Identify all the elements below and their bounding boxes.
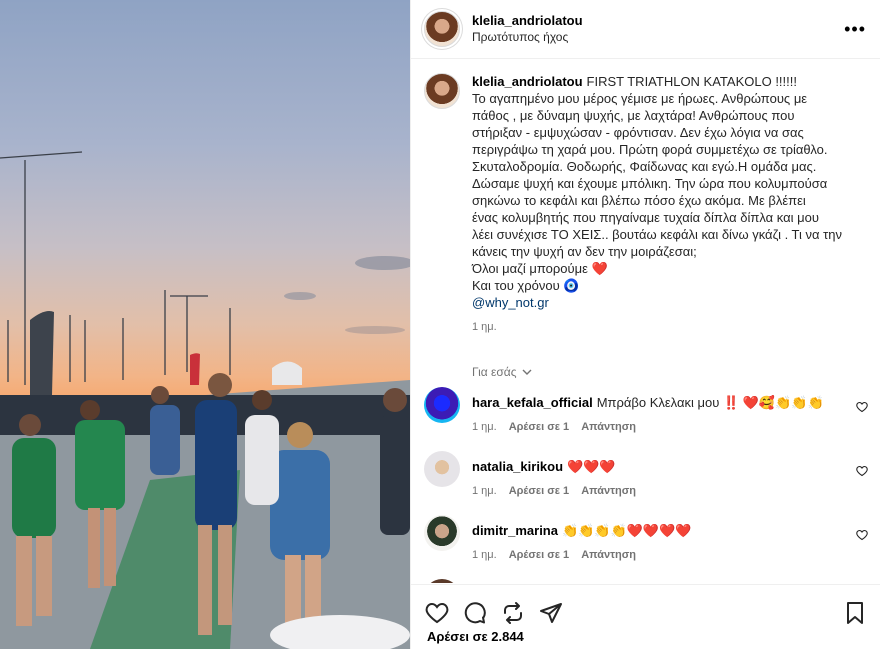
caption-line: ένας κολυμβητής που πηγαίναμε τυχαία δίπ… bbox=[472, 210, 819, 225]
comment-likes[interactable]: Αρέσει σε 1 bbox=[509, 549, 570, 561]
commenter-avatar[interactable] bbox=[424, 579, 460, 583]
comment-item: hara_kefala_official Μπράβο Κλελακι μου ‼… bbox=[411, 387, 880, 433]
comment-time[interactable]: 1 ημ. bbox=[472, 421, 497, 433]
comment-item: dimitr_marina 👏👏👏👏❤️❤️❤️❤️ 1 ημ. Αρέσει σ… bbox=[411, 515, 880, 561]
commenter-username[interactable]: natalia_kirikou bbox=[472, 459, 563, 474]
share-send-icon[interactable] bbox=[539, 601, 563, 625]
post-header: klelia_andriolatou Πρωτότυπος ήχος ••• bbox=[411, 0, 880, 59]
author-username[interactable]: klelia_andriolatou bbox=[472, 12, 583, 29]
author-avatar[interactable] bbox=[424, 11, 460, 47]
comment-time[interactable]: 1 ημ. bbox=[472, 485, 497, 497]
commenter-avatar[interactable] bbox=[424, 387, 460, 423]
caption-line: Όλοι μαζί μπορούμε ❤️ bbox=[472, 261, 608, 276]
comment-time[interactable]: 1 ημ. bbox=[472, 549, 497, 561]
caption-line: λέει συνέχισε ΤΟ ΧΕΙΣ.. βουτάω κεφάλι κα… bbox=[472, 227, 843, 242]
comment-text: Μπράβο Κλελακι μου ‼️ ❤️🥰👏👏👏 bbox=[596, 395, 824, 410]
caption-line: Το αγαπημένο μου μέρος γέμισε με ήρωες. … bbox=[472, 91, 808, 106]
reply-button[interactable]: Απάντηση bbox=[581, 485, 636, 497]
comment-text: ❤️❤️❤️ bbox=[567, 459, 616, 474]
caption-username[interactable]: klelia_andriolatou bbox=[472, 74, 583, 89]
caption-text: Το αγαπημένο μου μέρος γέμισε με ήρωες. … bbox=[472, 90, 862, 294]
caption-line: κάνεις την ψυχή αν δεν την μοιράζεσαι; bbox=[472, 244, 697, 259]
for-you-label: Για εσάς bbox=[472, 365, 517, 379]
caption-line: πάθος , με δύναμη ψυχής, με λαχτάρα! Ανθ… bbox=[472, 108, 795, 123]
post-caption: klelia_andriolatou FIRST TRIATHLON KATAKO… bbox=[411, 60, 880, 336]
caption-line: Δώσαμε ψυχή και έχουμε μπόλικη. Την ώρα … bbox=[472, 176, 828, 191]
comments-scroll[interactable]: klelia_andriolatou FIRST TRIATHLON KATAKO… bbox=[411, 60, 880, 583]
repost-icon[interactable] bbox=[501, 601, 525, 625]
comment-text: 👏👏👏👏❤️❤️❤️❤️ bbox=[561, 523, 692, 538]
caption-line: Και του χρόνου 🧿 bbox=[472, 278, 580, 293]
commenter-avatar[interactable] bbox=[424, 515, 460, 551]
commenter-avatar[interactable] bbox=[424, 451, 460, 487]
like-heart-icon[interactable] bbox=[425, 601, 449, 625]
likes-count[interactable]: Αρέσει σε 2.844 bbox=[411, 629, 880, 644]
caption-time[interactable]: 1 ημ. bbox=[472, 319, 862, 336]
caption-line: περιγράψω τη χαρά μου. Πρώτη φορά συμμετ… bbox=[472, 142, 828, 157]
reply-button[interactable]: Απάντηση bbox=[581, 421, 636, 433]
caption-line: στήριξαν - εμψυχώσαν - φρόντισαν. Δεν έχ… bbox=[472, 125, 804, 140]
caption-line: Σκυταλοδρομία. Θοδωρής, Φαίδωνας και εγώ… bbox=[472, 159, 817, 174]
like-comment-heart-icon[interactable] bbox=[856, 401, 868, 413]
reply-button[interactable]: Απάντηση bbox=[581, 549, 636, 561]
like-comment-heart-icon[interactable] bbox=[856, 529, 868, 541]
caption-line: σηκώνω το κεφάλι και βλέπω πόσο έχω ακόμ… bbox=[472, 193, 806, 208]
caption-avatar[interactable] bbox=[424, 73, 460, 109]
caption-title: FIRST TRIATHLON KATAKOLO !!!!!! bbox=[586, 74, 797, 89]
triathlon-photo bbox=[0, 151, 410, 649]
more-options-icon[interactable]: ••• bbox=[844, 19, 866, 40]
post-actions: Αρέσει σε 2.844 bbox=[411, 584, 880, 649]
audio-label[interactable]: Πρωτότυπος ήχος bbox=[472, 29, 583, 46]
comment-likes[interactable]: Αρέσει σε 1 bbox=[509, 421, 570, 433]
comment-item: natalia_kirikou ❤️❤️❤️ 1 ημ. Αρέσει σε 1 … bbox=[411, 451, 880, 497]
like-comment-heart-icon[interactable] bbox=[856, 465, 868, 477]
commenter-username[interactable]: hara_kefala_official bbox=[472, 395, 593, 410]
for-you-filter[interactable]: Για εσάς bbox=[411, 336, 880, 379]
bookmark-save-icon[interactable] bbox=[843, 601, 867, 625]
comment-bubble-icon[interactable] bbox=[463, 601, 487, 625]
post-panel: klelia_andriolatou Πρωτότυπος ήχος ••• k… bbox=[410, 0, 880, 649]
comment-likes[interactable]: Αρέσει σε 1 bbox=[509, 485, 570, 497]
mention-link[interactable]: @why_not.gr bbox=[472, 294, 862, 311]
commenter-username[interactable]: dimitr_marina bbox=[472, 523, 558, 538]
chevron-down-icon bbox=[522, 369, 532, 375]
comment-item-partial: ❤️❤️❤️❤️ bbox=[411, 579, 880, 583]
post-media[interactable] bbox=[0, 0, 410, 649]
